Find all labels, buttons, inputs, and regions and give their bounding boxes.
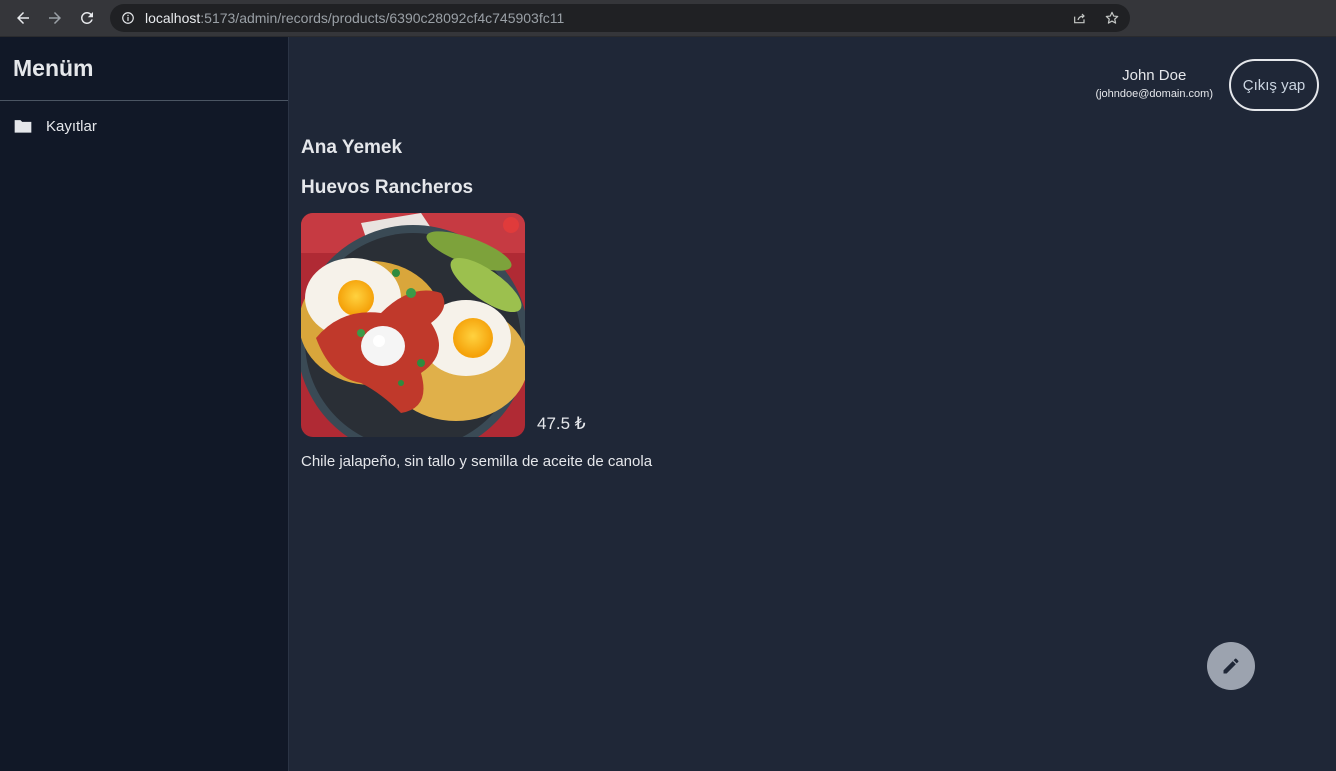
user-email: (johndoe@domain.com) xyxy=(1095,88,1213,100)
arrow-right-icon xyxy=(49,12,61,24)
reload-icon xyxy=(80,11,93,24)
browser-toolbar: localhost:5173/admin/records/products/63… xyxy=(0,0,1336,37)
url-path: :5173/admin/records/products/6390c28092c… xyxy=(200,10,565,26)
user-name: John Doe xyxy=(1122,67,1187,84)
product-image xyxy=(301,213,525,437)
user-info: John Doe (johndoe@domain.com) xyxy=(1095,67,1213,100)
product-name: Huevos Rancheros xyxy=(301,177,474,198)
info-icon[interactable] xyxy=(121,11,135,25)
sidebar-item-label: Kayıtlar xyxy=(46,117,97,135)
pencil-icon xyxy=(1223,658,1239,674)
address-bar[interactable]: localhost:5173/admin/records/products/63… xyxy=(110,4,1130,32)
url-host: localhost xyxy=(145,10,201,26)
url-text: localhost:5173/admin/records/products/63… xyxy=(145,10,564,26)
folder-icon xyxy=(13,116,33,136)
edit-button[interactable] xyxy=(1207,642,1255,690)
product-price: 47.5 ₺ xyxy=(537,414,586,433)
share-icon[interactable] xyxy=(1072,10,1088,26)
star-icon[interactable] xyxy=(1104,10,1120,26)
sidebar-title: Menüm xyxy=(0,37,288,101)
product-description: Chile jalapeño, sin tallo y semilla de a… xyxy=(301,453,653,470)
main-content: John Doe (johndoe@domain.com) Çıkış yap … xyxy=(290,37,1336,771)
arrow-left-icon xyxy=(17,12,29,24)
sidebar: Menüm Kayıtlar xyxy=(0,37,289,771)
product-category: Ana Yemek xyxy=(301,137,403,158)
reload-button[interactable] xyxy=(75,6,99,30)
logout-button[interactable]: Çıkış yap xyxy=(1229,59,1319,111)
sidebar-item-records[interactable]: Kayıtlar xyxy=(0,101,288,151)
back-button[interactable] xyxy=(11,6,35,30)
forward-button[interactable] xyxy=(43,6,67,30)
